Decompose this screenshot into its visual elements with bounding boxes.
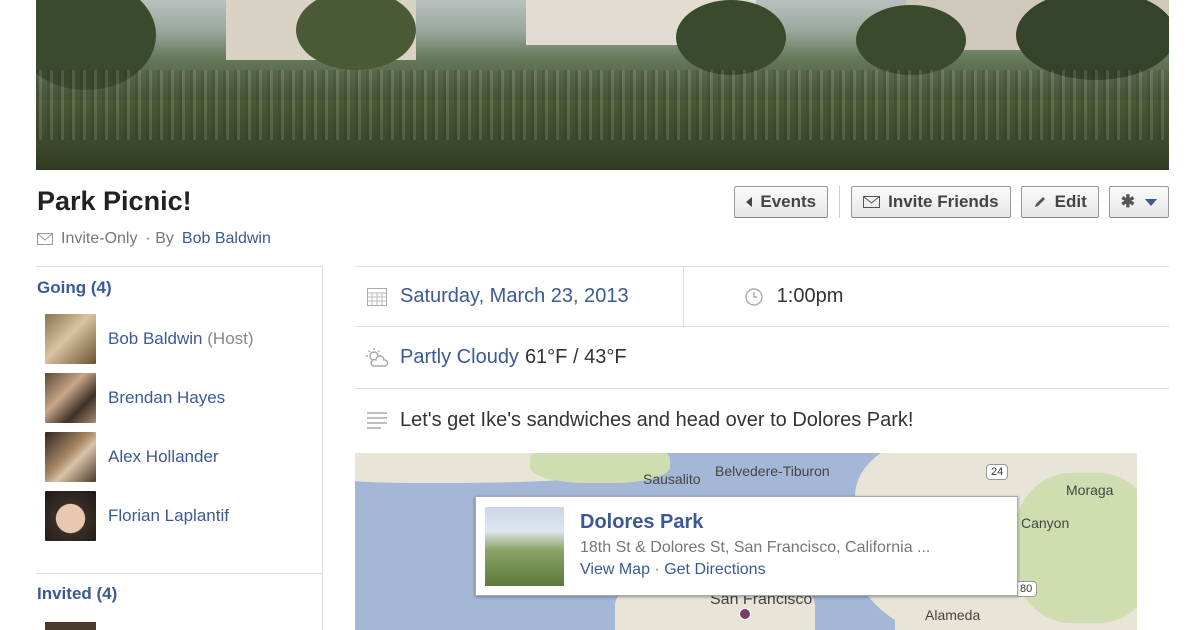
guest-item[interactable]: Florian Laplantif	[45, 491, 229, 541]
date-time-row: Saturday, March 23, 2013 1:00pm	[355, 266, 1169, 326]
event-description: Let's get Ike's sandwiches and head over…	[400, 408, 914, 431]
place-name[interactable]: Dolores Park	[580, 511, 703, 534]
map-label: Belvedere-Tiburon	[715, 463, 830, 479]
caret-left-icon	[746, 197, 753, 207]
avatar[interactable]	[45, 622, 96, 630]
envelope-icon	[37, 233, 53, 245]
map-label: Moraga	[1066, 482, 1114, 498]
guest-name[interactable]: Bob Baldwin	[108, 329, 203, 348]
privacy-label: Invite-Only	[61, 230, 138, 247]
host-link[interactable]: Bob Baldwin	[182, 230, 271, 248]
gear-icon: ✱	[1120, 192, 1135, 211]
event-meta: Invite-Only · By Bob Baldwin	[37, 230, 271, 248]
map-pin[interactable]	[739, 608, 751, 620]
host-note: (Host)	[207, 329, 254, 348]
envelope-icon	[863, 196, 881, 208]
weather-icon	[366, 347, 388, 369]
events-button[interactable]: Events	[734, 186, 829, 218]
toolbar-divider	[839, 186, 841, 218]
invited-heading[interactable]: Invited (4)	[37, 584, 117, 604]
calendar-icon	[366, 286, 388, 308]
map-label: Alameda	[925, 607, 981, 623]
guest-name[interactable]: Florian Laplantif	[108, 506, 229, 526]
edit-button-label: Edit	[1054, 192, 1087, 211]
clock-icon	[743, 286, 765, 308]
map-label: Canyon	[1021, 515, 1070, 531]
cover-photo	[36, 0, 1169, 170]
invite-friends-label: Invite Friends	[888, 192, 999, 211]
settings-button[interactable]: ✱	[1108, 186, 1169, 218]
pencil-icon	[1034, 197, 1045, 207]
place-popup: Dolores Park 18th St & Dolores St, San F…	[475, 496, 1018, 596]
event-time: 1:00pm	[776, 285, 844, 307]
guest-name[interactable]: Alex Hollander	[108, 447, 219, 467]
guest-item[interactable]: Alex Hollander	[45, 432, 219, 482]
guest-name[interactable]: Brendan Hayes	[108, 388, 225, 408]
location-map[interactable]: Sausalito Belvedere-Tiburon Moraga Canyo…	[355, 453, 1137, 630]
map-label: Sausalito	[643, 471, 701, 487]
avatar[interactable]	[45, 314, 96, 364]
edit-button[interactable]: Edit	[1020, 186, 1099, 218]
description-row: Let's get Ike's sandwiches and head over…	[355, 388, 1169, 451]
guest-list: Going (4) Bob Baldwin (Host) Brendan Hay…	[36, 266, 323, 630]
place-links: View Map · Get Directions	[580, 561, 766, 579]
avatar[interactable]	[45, 432, 96, 482]
weather-row: Partly Cloudy 61°F / 43°F	[355, 326, 1169, 388]
events-button-label: Events	[760, 192, 817, 211]
highway-shield: 24	[986, 464, 1009, 480]
event-date[interactable]: Saturday, March 23, 2013	[400, 285, 629, 308]
weather-temps: 61°F / 43°F	[524, 346, 627, 368]
invite-friends-button[interactable]: Invite Friends	[851, 186, 1011, 218]
view-map-link[interactable]: View Map	[580, 561, 650, 578]
guest-item[interactable]: Bob Baldwin (Host)	[45, 314, 254, 364]
avatar[interactable]	[45, 373, 96, 423]
weather-link[interactable]: Partly Cloudy	[400, 346, 519, 369]
guest-item[interactable]: Brendan Hayes	[45, 373, 225, 423]
place-address: 18th St & Dolores St, San Francisco, Cal…	[580, 539, 931, 556]
by-label: · By	[145, 230, 174, 247]
place-thumbnail[interactable]	[485, 507, 564, 586]
get-directions-link[interactable]: Get Directions	[664, 561, 765, 578]
event-title: Park Picnic!	[37, 186, 192, 216]
link-separator: ·	[654, 561, 660, 578]
going-heading[interactable]: Going (4)	[37, 278, 112, 298]
caret-down-icon	[1145, 198, 1157, 206]
event-actions: Events Invite Friends Edit ✱	[734, 186, 1169, 218]
avatar[interactable]	[45, 491, 96, 541]
text-lines-icon	[366, 409, 388, 431]
highway-shield: 80	[1015, 581, 1038, 597]
